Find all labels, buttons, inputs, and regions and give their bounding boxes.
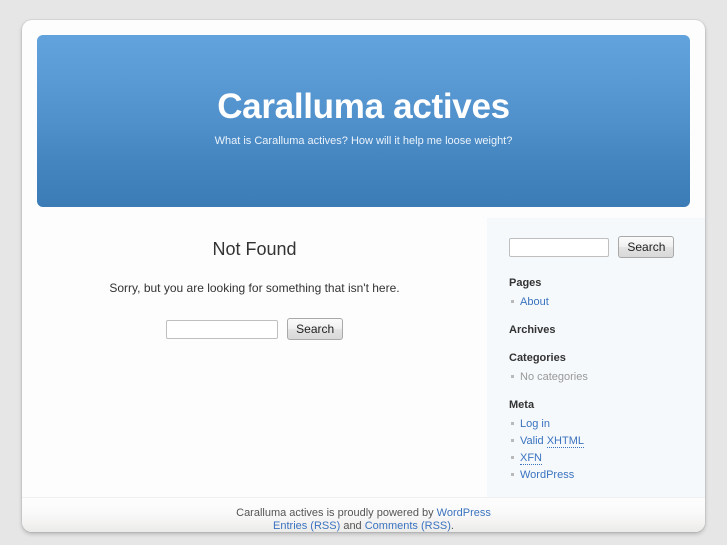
footer-line-2: Entries (RSS) and Comments (RSS).	[22, 520, 705, 532]
page-title: Not Found	[212, 239, 297, 259]
sidebar-widget: Archives	[509, 323, 687, 337]
sidebar-widget-items: About	[509, 295, 687, 309]
list-item[interactable]: XFN	[509, 451, 687, 465]
sidebar-widget-items: Log in Valid XHTML XFN WordPress	[509, 417, 687, 482]
content-search-button[interactable]: Search	[287, 318, 344, 340]
content-search-form: Search	[42, 318, 467, 340]
list-item[interactable]: WordPress	[509, 468, 687, 482]
sidebar-widget: Pages About	[509, 276, 687, 309]
page-container: Caralluma actives What is Caralluma acti…	[22, 20, 705, 532]
list-item[interactable]: Valid XHTML	[509, 434, 687, 448]
sidebar-link[interactable]: Log in	[520, 418, 550, 430]
footer-and-text: and	[340, 520, 365, 532]
footer-line-1: Caralluma actives is proudly powered by …	[22, 507, 705, 520]
footer-period: .	[450, 520, 454, 532]
footer-entries-rss-link[interactable]: Entries (RSS)	[273, 520, 340, 532]
abbreviation: XFN	[520, 452, 542, 465]
content-column: Not Found Sorry, but you are looking for…	[22, 218, 487, 497]
site-header: Caralluma actives What is Caralluma acti…	[37, 35, 690, 207]
site-title[interactable]: Caralluma actives	[37, 87, 690, 127]
sidebar-widget: Meta Log in Valid XHTML XFN WordPress	[509, 398, 687, 482]
site-footer: Caralluma actives is proudly powered by …	[22, 497, 705, 532]
sidebar-link[interactable]: WordPress	[520, 469, 574, 481]
site-tagline: What is Caralluma actives? How will it h…	[214, 135, 513, 147]
sidebar-widget-title: Categories	[509, 352, 566, 364]
sidebar-search-input[interactable]	[509, 237, 609, 257]
footer-powered-by-text: Caralluma actives is proudly powered by	[236, 507, 437, 519]
footer-comments-rss-link[interactable]: Comments (RSS)	[365, 520, 451, 532]
sidebar-widget-items: No categories	[509, 370, 687, 384]
sidebar-widget-list: Pages About Archives Categories No categorie…	[509, 276, 687, 482]
list-item[interactable]: Log in	[509, 417, 687, 431]
list-item: No categories	[509, 370, 687, 384]
sidebar: Search Pages About Archives Categories No ca…	[487, 218, 705, 497]
sidebar-link[interactable]: Valid XHTML	[520, 435, 584, 448]
list-item[interactable]: About	[509, 295, 687, 309]
main-area: Not Found Sorry, but you are looking for…	[22, 218, 705, 497]
sidebar-search-button[interactable]: Search	[618, 236, 675, 258]
site-header-inner: Caralluma actives What is Caralluma acti…	[37, 87, 690, 148]
abbreviation: XHTML	[546, 435, 584, 448]
footer-wordpress-link[interactable]: WordPress	[437, 507, 491, 519]
sidebar-widget-title: Pages	[509, 277, 542, 289]
sidebar-widget-title: Meta	[509, 399, 535, 411]
not-found-message: Sorry, but you are looking for something…	[109, 281, 400, 295]
content-search-input[interactable]	[165, 319, 278, 339]
sidebar-search-form: Search	[509, 236, 687, 258]
sidebar-widget-title: Archives	[509, 324, 556, 336]
sidebar-widget: Categories No categories	[509, 351, 687, 384]
sidebar-link[interactable]: XFN	[520, 452, 542, 465]
sidebar-link[interactable]: About	[520, 296, 549, 308]
